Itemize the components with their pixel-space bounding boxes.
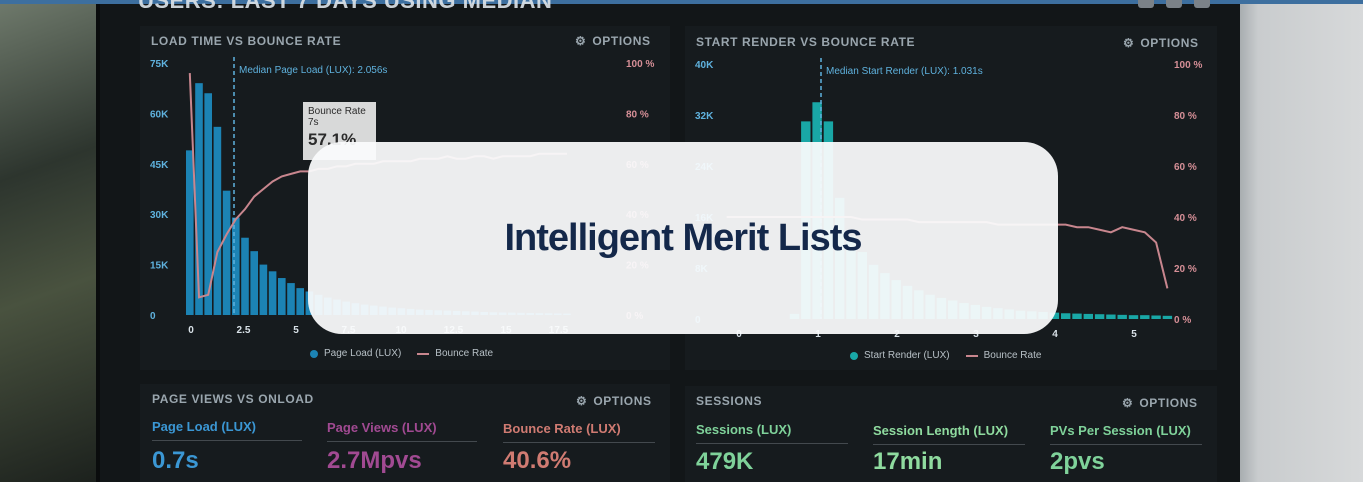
options-label: OPTIONS xyxy=(1139,396,1198,410)
legend-line-label[interactable]: Bounce Rate xyxy=(435,348,493,359)
y-left-tick-label: 0 xyxy=(150,311,156,322)
tooltip-sub: 7s xyxy=(308,117,319,128)
y-right-tick-label: 80 % xyxy=(626,109,649,120)
chart-bar xyxy=(287,283,295,315)
chart-bar xyxy=(1128,315,1139,319)
stat-label-page-views[interactable]: Page Views (LUX) xyxy=(327,420,477,442)
monitor-icon[interactable] xyxy=(1138,0,1154,8)
y-left-tick-label: 40K xyxy=(695,60,714,71)
chart-bar xyxy=(278,278,286,315)
stat-label-session-length[interactable]: Session Length (LUX) xyxy=(873,423,1025,445)
median-label: Median Start Render (LUX): 1.031s xyxy=(826,66,983,77)
chart-bar xyxy=(1094,314,1105,319)
chart-bar xyxy=(1106,314,1116,319)
page-views-options-button[interactable]: ⚙ OPTIONS xyxy=(576,394,652,408)
chart-bar xyxy=(296,288,304,315)
y-left-tick-label: 45K xyxy=(150,160,169,171)
export-icon[interactable] xyxy=(1166,0,1182,8)
x-tick-label: 4 xyxy=(1052,329,1058,340)
page-heading[interactable]: USERS: LAST 7 DAYS USING MEDIAN xyxy=(138,0,552,14)
chart-bar xyxy=(186,150,194,315)
chart-bar xyxy=(259,264,268,315)
median-label: Median Page Load (LUX): 2.056s xyxy=(239,65,387,76)
legend-line-label[interactable]: Bounce Rate xyxy=(984,350,1042,361)
legend-line-swatch xyxy=(417,352,430,355)
y-right-tick-label: 40 % xyxy=(1174,213,1197,224)
page-views-panel-title: PAGE VIEWS VS ONLOAD xyxy=(152,392,314,406)
stat-value-sessions: 479K xyxy=(696,448,754,475)
y-left-tick-label: 30K xyxy=(150,210,169,221)
chart-bar xyxy=(1061,313,1071,319)
y-left-tick-label: 75K xyxy=(150,59,169,70)
stat-value-page-views: 2.7Mpvs xyxy=(327,447,422,474)
options-label: OPTIONS xyxy=(592,34,651,48)
overlay-title: Intelligent Merit Lists xyxy=(504,216,862,259)
x-tick-label: 5 xyxy=(1131,329,1137,340)
chart-bar xyxy=(213,126,222,315)
legend-line-swatch xyxy=(965,354,978,357)
y-left-tick-label: 32K xyxy=(695,111,714,122)
sessions-options-button[interactable]: ⚙ OPTIONS xyxy=(1122,396,1198,410)
legend-bars-label[interactable]: Start Render (LUX) xyxy=(864,350,950,361)
stat-value-pvs-per-session: 2pvs xyxy=(1050,448,1105,475)
toolbar-icons xyxy=(1138,0,1210,8)
gear-icon: ⚙ xyxy=(1122,396,1134,410)
chart-bar xyxy=(1151,315,1161,319)
options-label: OPTIONS xyxy=(1140,36,1199,50)
stat-label-sessions[interactable]: Sessions (LUX) xyxy=(696,422,848,444)
options-label: OPTIONS xyxy=(593,394,652,408)
y-right-tick-label: 100 % xyxy=(626,59,654,70)
y-right-tick-label: 60 % xyxy=(1174,162,1197,173)
chart-bar xyxy=(222,190,231,315)
chart-bar xyxy=(1083,313,1093,319)
help-icon[interactable] xyxy=(1194,0,1210,8)
chart-bar xyxy=(1072,313,1082,319)
chart-bar xyxy=(1117,314,1127,319)
load-time-legend: Page Load (LUX) Bounce Rate xyxy=(310,348,493,359)
tooltip-title: Bounce Rate xyxy=(308,106,366,117)
chart-bar xyxy=(1140,315,1150,319)
chart-bar xyxy=(241,237,249,315)
y-right-tick-label: 0 % xyxy=(1174,315,1191,326)
legend-bar-swatch xyxy=(310,349,318,358)
start-render-options-button[interactable]: ⚙ OPTIONS xyxy=(1123,36,1199,50)
chart-bar xyxy=(250,251,258,315)
y-left-tick-label: 60K xyxy=(150,109,169,120)
gear-icon: ⚙ xyxy=(576,394,588,408)
gear-icon: ⚙ xyxy=(575,34,587,48)
y-right-tick-label: 80 % xyxy=(1174,111,1197,122)
stat-value-bounce-rate: 40.6% xyxy=(503,447,572,474)
legend-bar-swatch xyxy=(850,351,858,360)
x-tick-label: 2.5 xyxy=(237,325,251,336)
stat-label-pvs-per-session[interactable]: PVs Per Session (LUX) xyxy=(1050,423,1202,445)
load-time-options-button[interactable]: ⚙ OPTIONS xyxy=(575,34,651,48)
chart-bar xyxy=(1162,315,1173,319)
y-left-tick-label: 15K xyxy=(150,261,169,272)
chart-bar xyxy=(232,217,240,315)
legend-bars-label[interactable]: Page Load (LUX) xyxy=(324,348,401,359)
background-wall xyxy=(1232,0,1363,482)
overlay-card: Intelligent Merit Lists xyxy=(308,142,1058,334)
load-time-panel-title: LOAD TIME VS BOUNCE RATE xyxy=(151,34,342,48)
start-render-legend: Start Render (LUX) Bounce Rate xyxy=(850,350,1041,361)
x-tick-label: 5 xyxy=(293,325,299,336)
sessions-panel-title: SESSIONS xyxy=(696,394,763,408)
stat-value-page-load: 0.7s xyxy=(152,447,199,474)
start-render-panel-title: START RENDER VS BOUNCE RATE xyxy=(696,35,916,49)
stat-label-bounce-rate[interactable]: Bounce Rate (LUX) xyxy=(503,421,655,443)
stat-value-session-length: 17min xyxy=(873,448,943,475)
gear-icon: ⚙ xyxy=(1123,36,1135,50)
x-tick-label: 0 xyxy=(188,325,194,336)
background-plant xyxy=(0,0,100,482)
stat-label-page-load[interactable]: Page Load (LUX) xyxy=(152,419,302,441)
chart-bar xyxy=(268,271,277,315)
y-right-tick-label: 20 % xyxy=(1174,264,1197,275)
y-right-tick-label: 100 % xyxy=(1174,60,1202,71)
